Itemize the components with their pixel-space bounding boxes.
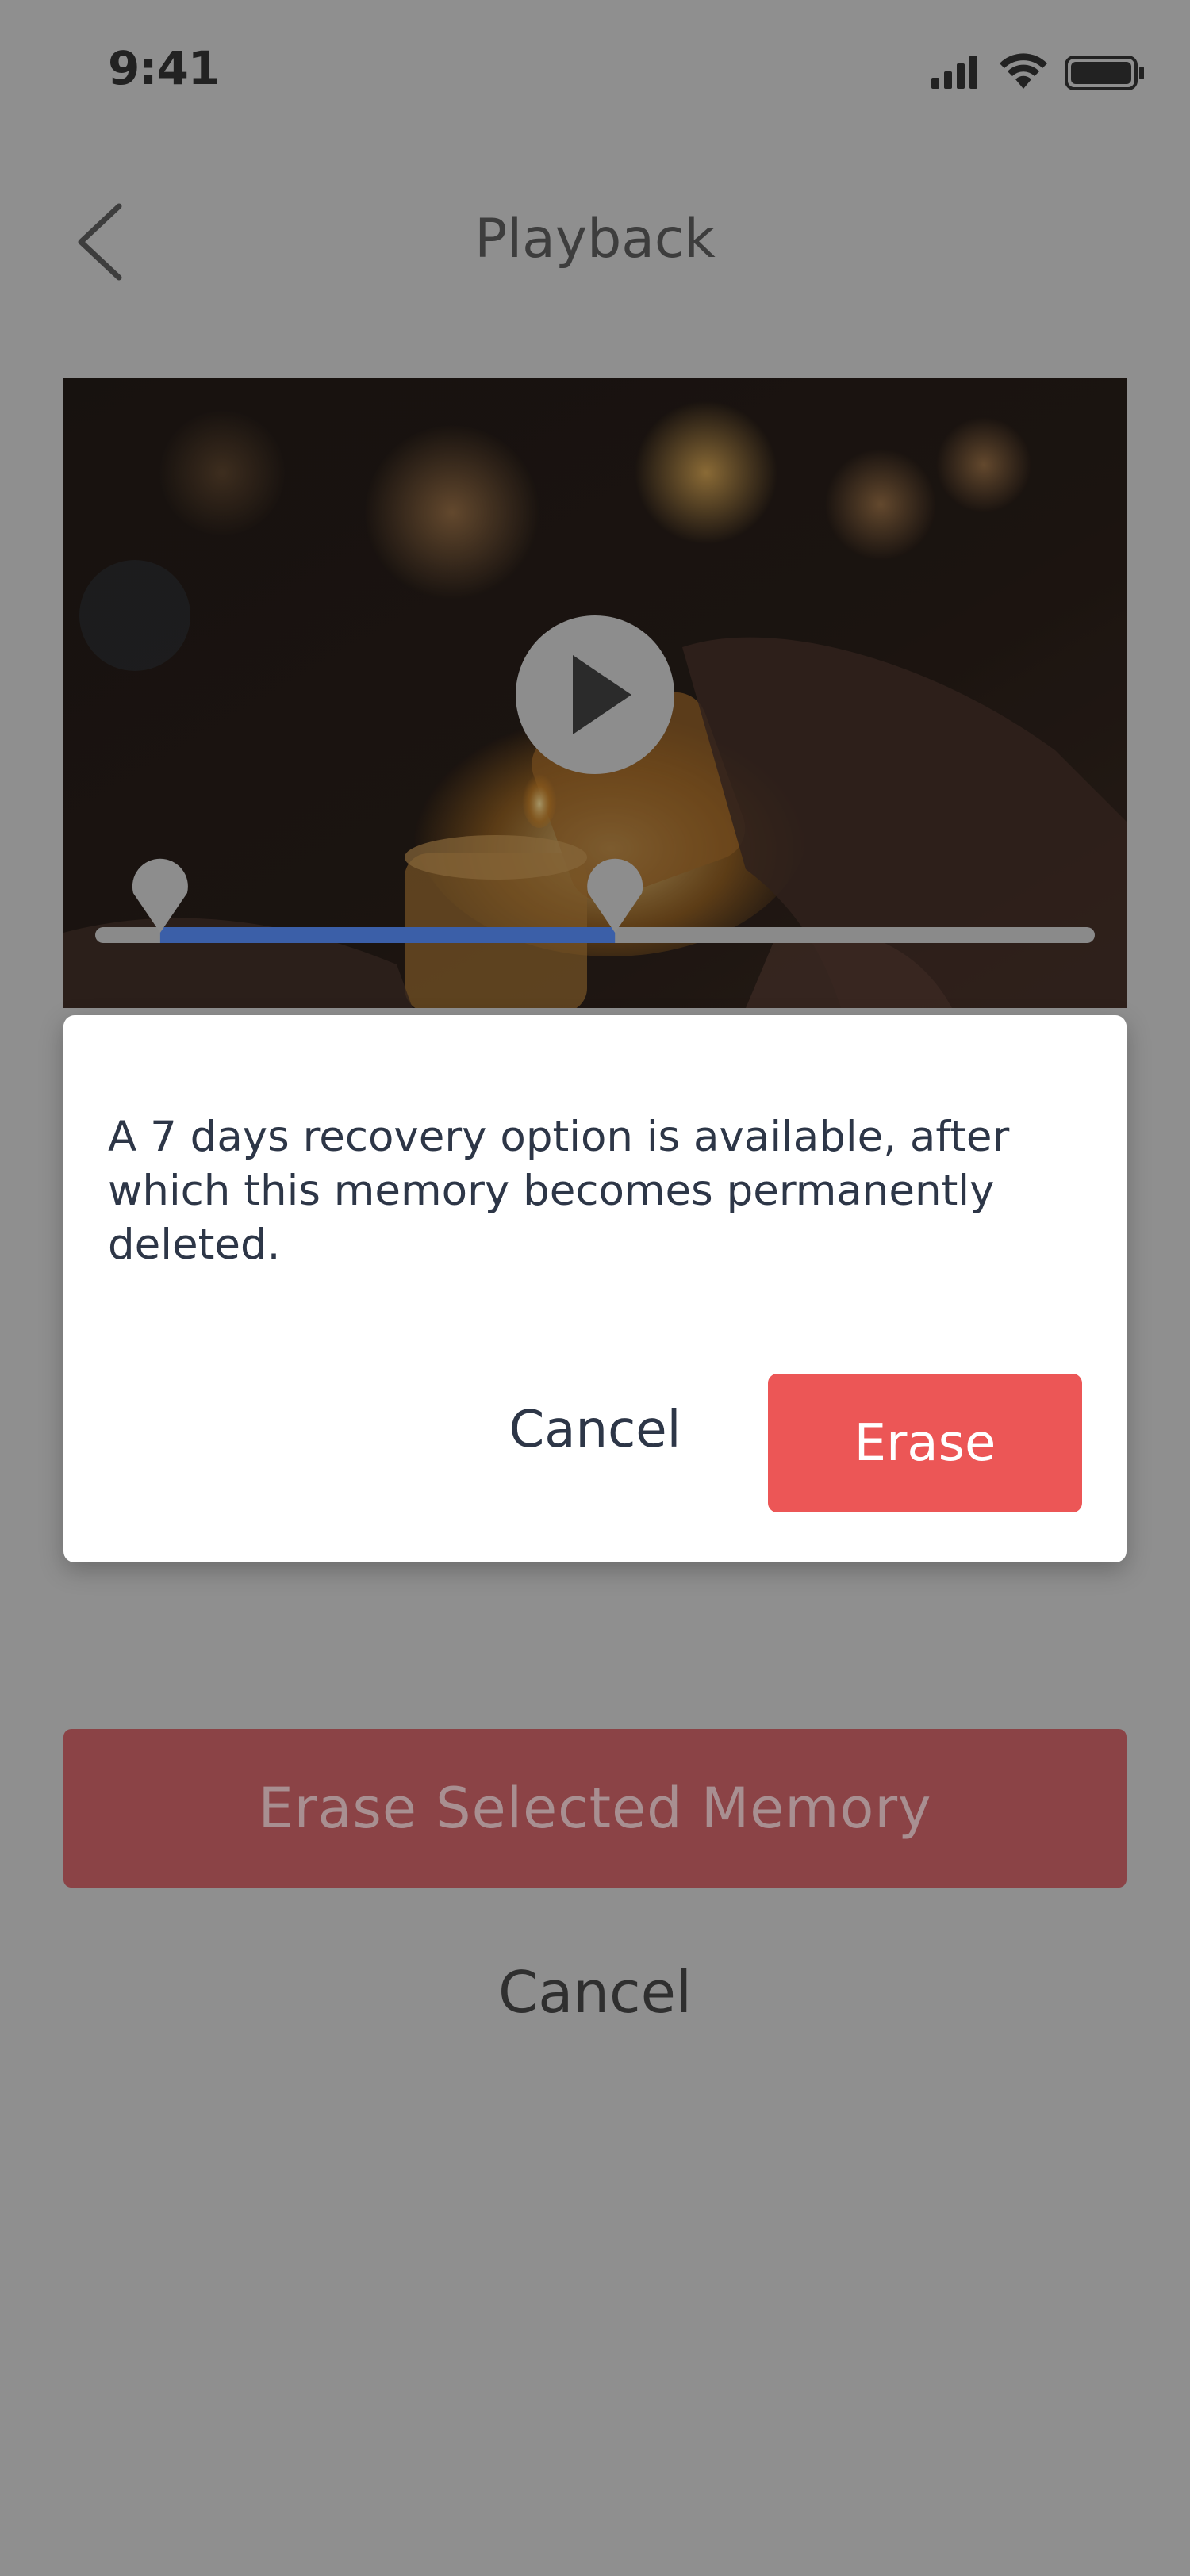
status-bar: 9:41 (0, 0, 1190, 143)
wifi-icon (1000, 53, 1047, 89)
cancel-link[interactable]: Cancel (0, 1959, 1190, 2026)
dialog-message: A 7 days recovery option is available, a… (108, 1113, 1010, 1269)
play-button[interactable] (516, 615, 674, 774)
status-icons (931, 53, 1144, 90)
battery-icon (1065, 56, 1144, 90)
header: Playback (0, 174, 1190, 309)
video-thumbnail (63, 378, 1127, 1008)
erase-selected-memory-button[interactable]: Erase Selected Memory (63, 1729, 1127, 1888)
status-time: 9:41 (108, 41, 220, 95)
timeline-progress (159, 927, 616, 943)
dialog-cancel-button[interactable]: Cancel (476, 1360, 714, 1499)
page-title: Playback (474, 208, 716, 270)
dialog-erase-button[interactable]: Erase (768, 1374, 1082, 1512)
erase-confirmation-dialog: A 7 days recovery option is available, a… (63, 1015, 1127, 1562)
video-player[interactable] (63, 378, 1127, 1008)
signal-icon (931, 56, 977, 89)
